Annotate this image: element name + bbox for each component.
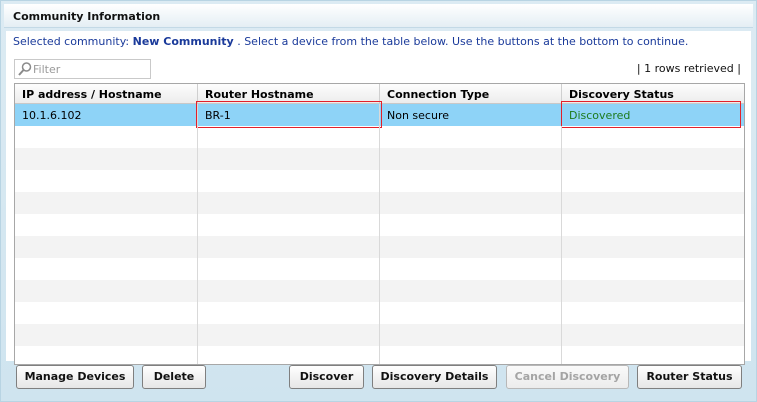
community-prefix: Selected community: (13, 35, 130, 48)
search-icon (18, 62, 32, 76)
empty-row (15, 302, 744, 324)
filter-input[interactable] (33, 61, 148, 77)
cell-discovery-status: Discovered (561, 101, 744, 128)
devices-table: IP address / Hostname Router Hostname Co… (14, 83, 745, 365)
discovery-status-highlight (561, 101, 741, 128)
rows-retrieved-count: | 1 rows retrieved | (636, 62, 741, 75)
delete-button[interactable]: Delete (142, 365, 206, 389)
empty-row (15, 214, 744, 236)
community-information-window: Community Information Selected community… (0, 0, 757, 402)
community-name: New Community (132, 35, 234, 48)
cell-connection-type: Non secure (380, 104, 562, 126)
discovery-details-button[interactable]: Discovery Details (372, 365, 497, 389)
discover-button[interactable]: Discover (289, 365, 364, 389)
empty-row (15, 192, 744, 214)
empty-row (15, 258, 744, 280)
button-bar: Manage Devices Delete Discover Discovery… (1, 361, 757, 402)
empty-row (15, 170, 744, 192)
column-header-ip[interactable]: IP address / Hostname (15, 84, 198, 103)
empty-row (15, 236, 744, 258)
table-row[interactable]: 10.1.6.102 BR-1 Non secure Discovered (15, 101, 744, 128)
router-hostname-highlight (196, 101, 382, 128)
column-header-connection-type[interactable]: Connection Type (380, 84, 562, 103)
empty-row (15, 324, 744, 346)
title-bar: Community Information (4, 4, 753, 28)
instructions-suffix: . Select a device from the table below. … (237, 35, 689, 48)
cell-ip: 10.1.6.102 (15, 104, 198, 126)
cell-router-hostname: BR-1 (196, 101, 382, 128)
empty-row (15, 280, 744, 302)
filter-box[interactable] (14, 59, 151, 79)
empty-row (15, 126, 744, 148)
router-status-button[interactable]: Router Status (637, 365, 742, 389)
instructions-text: Selected community: New Community . Sele… (13, 35, 688, 48)
main-panel: Selected community: New Community . Sele… (6, 31, 751, 365)
empty-row (15, 148, 744, 170)
manage-devices-button[interactable]: Manage Devices (16, 365, 134, 389)
cancel-discovery-button[interactable]: Cancel Discovery (506, 365, 629, 389)
window-title: Community Information (13, 10, 161, 23)
